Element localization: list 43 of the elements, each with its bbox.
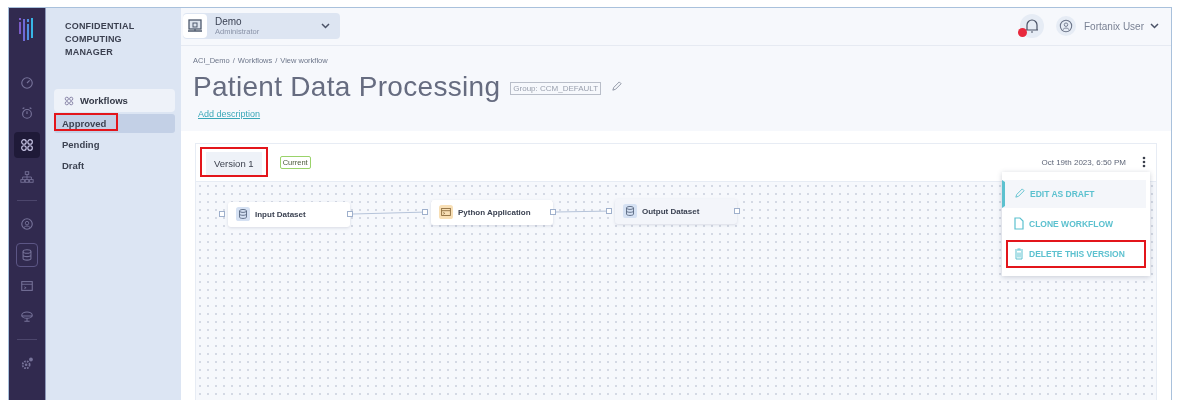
- laptop-icon: [20, 309, 34, 323]
- port[interactable]: [219, 210, 225, 217]
- gear-icon: [20, 356, 34, 370]
- chevron-down-icon[interactable]: [1150, 23, 1159, 30]
- user-icon: [20, 217, 34, 231]
- group-tag: Group: CCM_DEFAULT: [510, 82, 602, 96]
- laptop-lock-icon: [187, 18, 203, 35]
- port[interactable]: [550, 208, 556, 215]
- alarm-clock-icon: [20, 106, 34, 120]
- workflows-icon: [64, 95, 74, 106]
- sidebar-item[interactable]: Draft: [54, 156, 175, 175]
- trash-icon: [1014, 247, 1024, 260]
- document-icon: [1014, 217, 1024, 231]
- logo-icon: [18, 16, 36, 44]
- user-name[interactable]: Fortanix User: [1084, 20, 1144, 32]
- port[interactable]: [606, 207, 612, 214]
- user-icon: [1059, 19, 1073, 34]
- version-date: Oct 19th 2023, 6:50 PM: [1041, 157, 1126, 167]
- database-icon: [623, 204, 637, 219]
- terminal-icon: [20, 279, 34, 293]
- port[interactable]: [347, 210, 353, 217]
- more-options-icon[interactable]: [1142, 156, 1146, 169]
- hierarchy-icon: [20, 170, 34, 184]
- version-tab[interactable]: Version 1: [206, 152, 262, 176]
- chevron-down-icon: [321, 23, 330, 30]
- database-icon: [236, 207, 250, 222]
- port[interactable]: [734, 207, 740, 214]
- pencil-icon: [1014, 188, 1025, 200]
- account-name: Demo: [215, 16, 243, 28]
- page-title: Patient Data Processing: [193, 70, 501, 103]
- workflows-section[interactable]: Workflows: [54, 89, 175, 112]
- sidebar-item[interactable]: Pending: [54, 135, 175, 154]
- app-title: CONFIDENTIAL COMPUTING MANAGER: [65, 20, 136, 59]
- database-icon: [20, 248, 34, 262]
- bell-icon: [1025, 18, 1039, 35]
- sidebar-item[interactable]: Approved: [54, 114, 175, 133]
- terminal-icon: [439, 205, 453, 220]
- port[interactable]: [422, 208, 428, 215]
- rail-button[interactable]: [14, 132, 40, 158]
- notifications-button[interactable]: [1020, 14, 1044, 39]
- pencil-icon[interactable]: [611, 81, 623, 93]
- gauge-icon: [20, 76, 34, 90]
- workflows-icon: [20, 138, 34, 152]
